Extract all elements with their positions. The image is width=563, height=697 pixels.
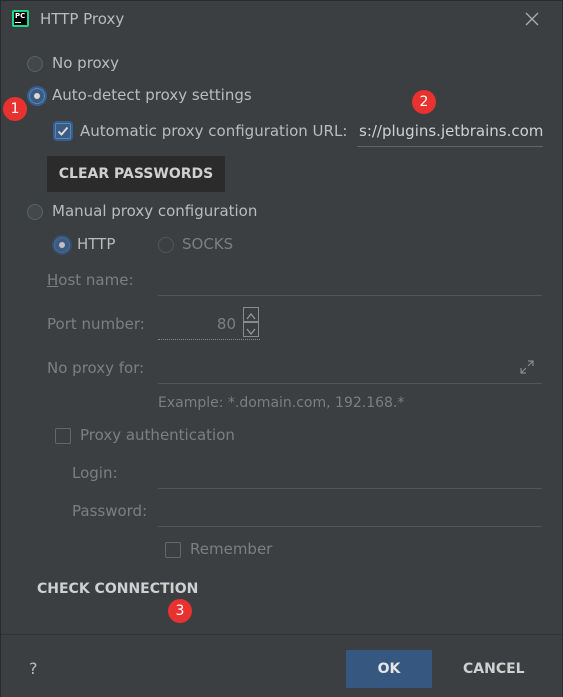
cancel-button[interactable]: CANCEL xyxy=(463,661,525,677)
help-icon[interactable]: ? xyxy=(29,659,38,678)
window-title: HTTP Proxy xyxy=(40,10,125,28)
proxy-auth-checkbox[interactable] xyxy=(55,428,71,444)
check-connection-button[interactable]: CHECK CONNECTION xyxy=(37,581,198,597)
password-input[interactable] xyxy=(158,526,542,527)
manual-proxy-label[interactable]: Manual proxy configuration xyxy=(52,202,257,220)
close-icon[interactable] xyxy=(525,11,539,26)
remember-checkbox[interactable] xyxy=(165,542,181,558)
auto-config-url-input[interactable]: s://plugins.jetbrains.com xyxy=(359,122,543,140)
auto-config-url-label[interactable]: Automatic proxy configuration URL: xyxy=(80,122,347,140)
host-name-label: Host name: xyxy=(47,271,134,289)
annotation-badge-2: 2 xyxy=(412,90,436,114)
dialog-footer: ? OK CANCEL xyxy=(1,634,562,697)
port-number-label: Port number: xyxy=(47,315,145,333)
port-number-input[interactable]: 80 xyxy=(158,315,236,333)
app-icon: PC xyxy=(12,10,29,27)
host-name-input[interactable] xyxy=(158,295,542,296)
no-proxy-for-label: No proxy for: xyxy=(47,359,145,377)
socks-radio[interactable] xyxy=(158,237,174,253)
annotation-badge-1: 1 xyxy=(3,97,27,121)
example-hint: Example: *.domain.com, 192.168.* xyxy=(158,395,405,411)
port-down-arrow-icon[interactable] xyxy=(243,322,259,337)
http-label[interactable]: HTTP xyxy=(77,235,115,253)
port-stepper[interactable] xyxy=(243,307,259,337)
no-proxy-label[interactable]: No proxy xyxy=(52,54,119,72)
port-number-underline xyxy=(158,339,260,340)
remember-label[interactable]: Remember xyxy=(190,540,272,558)
login-label: Login: xyxy=(72,464,118,482)
socks-label[interactable]: SOCKS xyxy=(182,235,233,253)
expand-icon[interactable] xyxy=(519,359,535,375)
login-input[interactable] xyxy=(158,488,542,489)
port-up-arrow-icon[interactable] xyxy=(243,307,259,322)
no-proxy-radio[interactable] xyxy=(27,56,43,72)
auto-config-url-checkbox[interactable] xyxy=(55,123,71,139)
annotation-badge-3: 3 xyxy=(168,599,192,623)
app-icon-text: PC xyxy=(15,12,26,20)
http-proxy-dialog: PC HTTP Proxy No proxy Auto-detect proxy… xyxy=(0,0,563,697)
auto-config-url-underline xyxy=(357,146,543,147)
auto-detect-label[interactable]: Auto-detect proxy settings xyxy=(52,86,252,104)
host-name-label-rest: ost name: xyxy=(58,271,134,289)
manual-proxy-radio[interactable] xyxy=(27,204,43,220)
http-radio[interactable] xyxy=(54,237,70,253)
proxy-auth-label[interactable]: Proxy authentication xyxy=(80,426,235,444)
no-proxy-for-input[interactable] xyxy=(158,383,542,384)
ok-button[interactable]: OK xyxy=(346,650,432,688)
auto-detect-radio[interactable] xyxy=(29,88,45,104)
clear-passwords-button[interactable]: CLEAR PASSWORDS xyxy=(47,156,225,192)
password-label: Password: xyxy=(72,502,148,520)
